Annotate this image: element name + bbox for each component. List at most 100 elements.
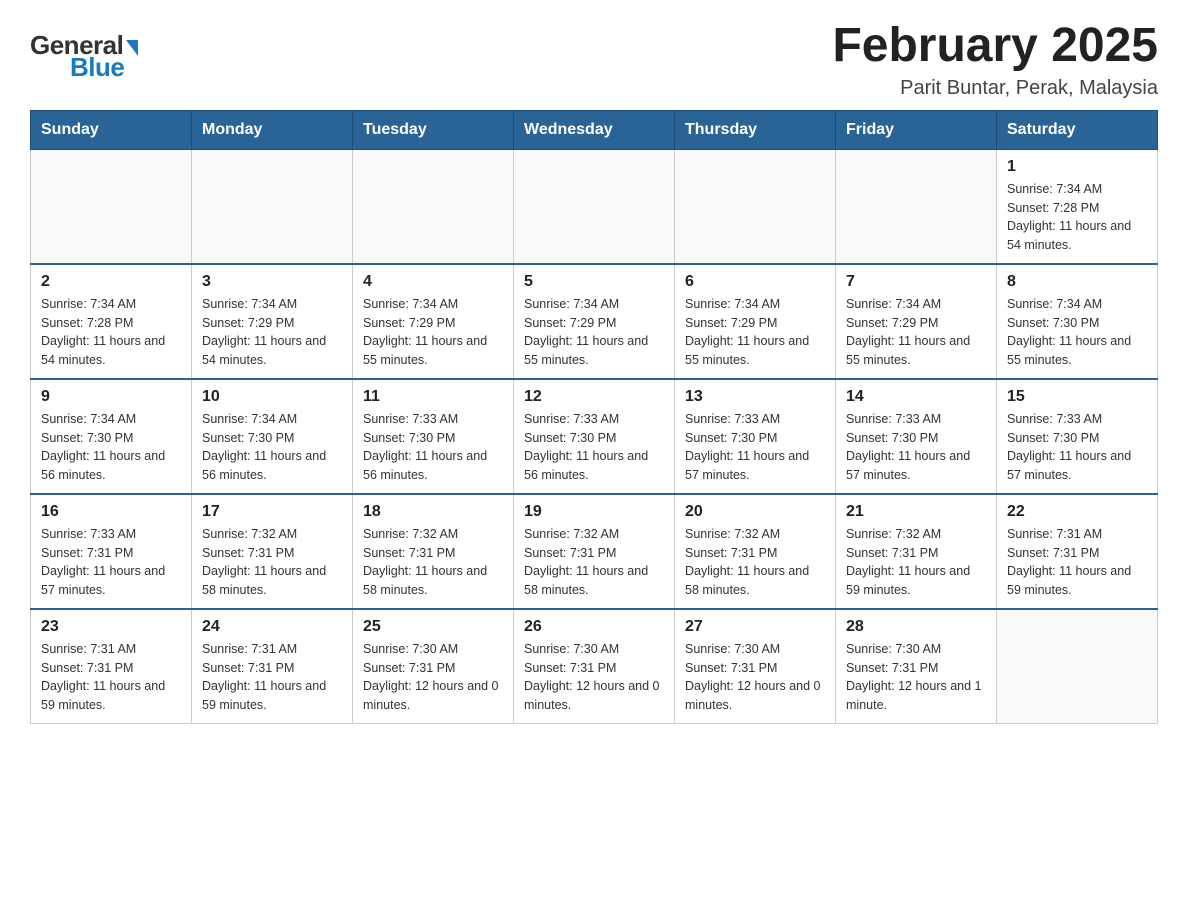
day-number: 16 [41, 503, 181, 521]
day-number: 6 [685, 273, 825, 291]
day-info: Sunrise: 7:32 AMSunset: 7:31 PMDaylight:… [202, 525, 342, 600]
weekday-header-friday: Friday [836, 110, 997, 149]
calendar-cell: 19 Sunrise: 7:32 AMSunset: 7:31 PMDayligh… [514, 494, 675, 609]
calendar-cell: 21 Sunrise: 7:32 AMSunset: 7:31 PMDayligh… [836, 494, 997, 609]
calendar-cell: 23 Sunrise: 7:31 AMSunset: 7:31 PMDayligh… [31, 609, 192, 724]
day-info: Sunrise: 7:34 AMSunset: 7:29 PMDaylight:… [846, 295, 986, 370]
calendar-cell [353, 149, 514, 264]
calendar-cell: 18Sunrise: 7:32 AMSunset: 7:31 PMDayligh… [353, 494, 514, 609]
day-info: Sunrise: 7:34 AMSunset: 7:30 PMDaylight:… [202, 410, 342, 485]
calendar-cell [997, 609, 1158, 724]
logo-triangle-icon [126, 40, 138, 56]
location-text: Parit Buntar, Perak, Malaysia [832, 77, 1158, 100]
day-number: 2 [41, 273, 181, 291]
calendar-cell: 14 Sunrise: 7:33 AMSunset: 7:30 PMDayligh… [836, 379, 997, 494]
day-number: 23 [41, 618, 181, 636]
calendar-cell: 6 Sunrise: 7:34 AMSunset: 7:29 PMDaylight… [675, 264, 836, 379]
day-number: 8 [1007, 273, 1147, 291]
day-info: Sunrise: 7:33 AMSunset: 7:30 PMDaylight:… [846, 410, 986, 485]
day-number: 19 [524, 503, 664, 521]
page-header: General Blue February 2025 Parit Buntar,… [30, 20, 1158, 100]
logo: General Blue [30, 30, 138, 88]
calendar-cell: 9 Sunrise: 7:34 AMSunset: 7:30 PMDaylight… [31, 379, 192, 494]
day-info: Sunrise: 7:30 AMSunset: 7:31 PMDaylight:… [363, 640, 503, 715]
calendar-week-row: 2 Sunrise: 7:34 AMSunset: 7:28 PMDaylight… [31, 264, 1158, 379]
day-number: 7 [846, 273, 986, 291]
day-number: 1 [1007, 158, 1147, 176]
day-info: Sunrise: 7:33 AMSunset: 7:30 PMDaylight:… [524, 410, 664, 485]
day-info: Sunrise: 7:34 AMSunset: 7:30 PMDaylight:… [41, 410, 181, 485]
day-info: Sunrise: 7:34 AMSunset: 7:28 PMDaylight:… [1007, 180, 1147, 255]
calendar-cell: 11 Sunrise: 7:33 AMSunset: 7:30 PMDayligh… [353, 379, 514, 494]
logo-blue-text: Blue [70, 52, 124, 82]
calendar-cell: 5Sunrise: 7:34 AMSunset: 7:29 PMDaylight… [514, 264, 675, 379]
calendar-cell [31, 149, 192, 264]
day-number: 12 [524, 388, 664, 406]
day-number: 21 [846, 503, 986, 521]
day-number: 9 [41, 388, 181, 406]
day-info: Sunrise: 7:33 AMSunset: 7:31 PMDaylight:… [41, 525, 181, 600]
calendar-cell: 27 Sunrise: 7:30 AMSunset: 7:31 PMDayligh… [675, 609, 836, 724]
calendar-cell: 16 Sunrise: 7:33 AMSunset: 7:31 PMDayligh… [31, 494, 192, 609]
calendar-cell: 26Sunrise: 7:30 AMSunset: 7:31 PMDayligh… [514, 609, 675, 724]
day-info: Sunrise: 7:34 AMSunset: 7:28 PMDaylight:… [41, 295, 181, 370]
day-info: Sunrise: 7:34 AMSunset: 7:29 PMDaylight:… [524, 295, 664, 370]
day-info: Sunrise: 7:34 AMSunset: 7:29 PMDaylight:… [685, 295, 825, 370]
day-info: Sunrise: 7:31 AMSunset: 7:31 PMDaylight:… [1007, 525, 1147, 600]
day-number: 22 [1007, 503, 1147, 521]
calendar-cell: 12 Sunrise: 7:33 AMSunset: 7:30 PMDayligh… [514, 379, 675, 494]
calendar-cell: 10Sunrise: 7:34 AMSunset: 7:30 PMDayligh… [192, 379, 353, 494]
day-info: Sunrise: 7:30 AMSunset: 7:31 PMDaylight:… [846, 640, 986, 715]
calendar-cell: 15Sunrise: 7:33 AMSunset: 7:30 PMDayligh… [997, 379, 1158, 494]
day-number: 14 [846, 388, 986, 406]
weekday-header-thursday: Thursday [675, 110, 836, 149]
calendar-cell: 2 Sunrise: 7:34 AMSunset: 7:28 PMDaylight… [31, 264, 192, 379]
day-number: 4 [363, 273, 503, 291]
day-info: Sunrise: 7:31 AMSunset: 7:31 PMDaylight:… [202, 640, 342, 715]
calendar-week-row: 23 Sunrise: 7:31 AMSunset: 7:31 PMDayligh… [31, 609, 1158, 724]
calendar-cell: 20 Sunrise: 7:32 AMSunset: 7:31 PMDayligh… [675, 494, 836, 609]
day-info: Sunrise: 7:34 AMSunset: 7:29 PMDaylight:… [363, 295, 503, 370]
day-info: Sunrise: 7:33 AMSunset: 7:30 PMDaylight:… [363, 410, 503, 485]
day-number: 26 [524, 618, 664, 636]
calendar-cell: 24 Sunrise: 7:31 AMSunset: 7:31 PMDayligh… [192, 609, 353, 724]
day-info: Sunrise: 7:33 AMSunset: 7:30 PMDaylight:… [685, 410, 825, 485]
title-section: February 2025 Parit Buntar, Perak, Malay… [832, 20, 1158, 100]
weekday-header-tuesday: Tuesday [353, 110, 514, 149]
calendar-week-row: 1 Sunrise: 7:34 AMSunset: 7:28 PMDaylight… [31, 149, 1158, 264]
day-number: 3 [202, 273, 342, 291]
day-info: Sunrise: 7:34 AMSunset: 7:30 PMDaylight:… [1007, 295, 1147, 370]
calendar-cell [192, 149, 353, 264]
day-number: 13 [685, 388, 825, 406]
day-number: 27 [685, 618, 825, 636]
day-info: Sunrise: 7:31 AMSunset: 7:31 PMDaylight:… [41, 640, 181, 715]
day-info: Sunrise: 7:32 AMSunset: 7:31 PMDaylight:… [846, 525, 986, 600]
day-number: 24 [202, 618, 342, 636]
calendar-cell: 28 Sunrise: 7:30 AMSunset: 7:31 PMDayligh… [836, 609, 997, 724]
day-number: 20 [685, 503, 825, 521]
day-number: 11 [363, 388, 503, 406]
month-title: February 2025 [832, 20, 1158, 73]
day-number: 25 [363, 618, 503, 636]
calendar-table: SundayMondayTuesdayWednesdayThursdayFrid… [30, 110, 1158, 724]
calendar-cell: 25 Sunrise: 7:30 AMSunset: 7:31 PMDayligh… [353, 609, 514, 724]
day-number: 15 [1007, 388, 1147, 406]
calendar-cell [675, 149, 836, 264]
calendar-cell: 22 Sunrise: 7:31 AMSunset: 7:31 PMDayligh… [997, 494, 1158, 609]
calendar-week-row: 9 Sunrise: 7:34 AMSunset: 7:30 PMDaylight… [31, 379, 1158, 494]
day-info: Sunrise: 7:32 AMSunset: 7:31 PMDaylight:… [524, 525, 664, 600]
weekday-header-sunday: Sunday [31, 110, 192, 149]
day-info: Sunrise: 7:30 AMSunset: 7:31 PMDaylight:… [685, 640, 825, 715]
day-number: 18 [363, 503, 503, 521]
calendar-cell [836, 149, 997, 264]
weekday-header-saturday: Saturday [997, 110, 1158, 149]
day-info: Sunrise: 7:32 AMSunset: 7:31 PMDaylight:… [685, 525, 825, 600]
calendar-cell: 7 Sunrise: 7:34 AMSunset: 7:29 PMDaylight… [836, 264, 997, 379]
day-info: Sunrise: 7:34 AMSunset: 7:29 PMDaylight:… [202, 295, 342, 370]
weekday-header-monday: Monday [192, 110, 353, 149]
day-number: 28 [846, 618, 986, 636]
calendar-cell: 8 Sunrise: 7:34 AMSunset: 7:30 PMDaylight… [997, 264, 1158, 379]
calendar-cell: 1 Sunrise: 7:34 AMSunset: 7:28 PMDaylight… [997, 149, 1158, 264]
calendar-cell: 17Sunrise: 7:32 AMSunset: 7:31 PMDayligh… [192, 494, 353, 609]
calendar-cell: 3 Sunrise: 7:34 AMSunset: 7:29 PMDaylight… [192, 264, 353, 379]
